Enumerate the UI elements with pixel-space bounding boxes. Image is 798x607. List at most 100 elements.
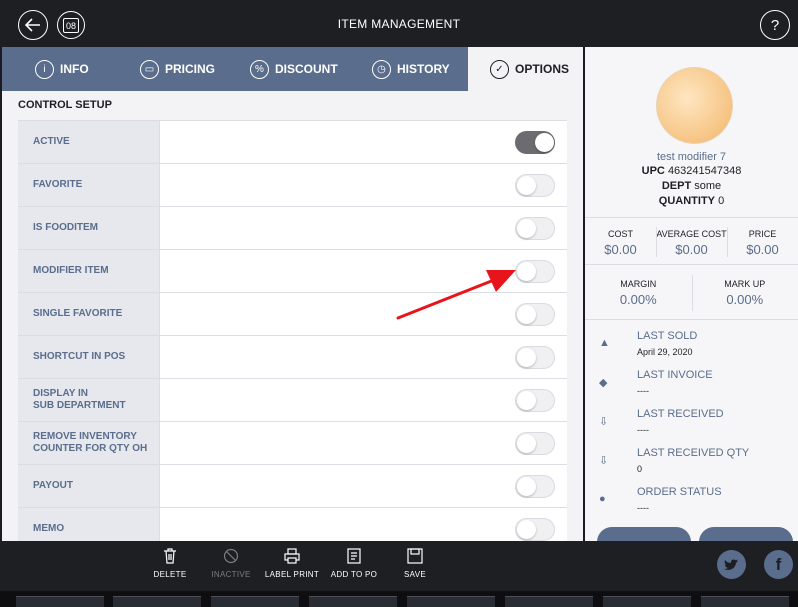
tab-history[interactable]: ◷ HISTORY bbox=[346, 47, 468, 91]
toggle-display-in-sub-department[interactable] bbox=[515, 389, 555, 412]
cost-cell: COST $0.00 bbox=[585, 218, 656, 264]
add-to-po-button[interactable]: ADD TO PO bbox=[328, 548, 380, 579]
partially-hidden-button[interactable] bbox=[597, 527, 691, 541]
timer-icon: ● bbox=[599, 493, 606, 505]
upc-label: UPC bbox=[641, 165, 665, 177]
setting-row-memo: MEMO bbox=[18, 508, 567, 541]
margin-value: 0.00% bbox=[619, 292, 657, 307]
twitter-button[interactable] bbox=[717, 550, 746, 579]
toggle-knob bbox=[517, 176, 536, 195]
stat-value: ---- bbox=[637, 503, 649, 513]
setting-row-active: ACTIVE bbox=[18, 121, 567, 164]
app-thumbnail[interactable] bbox=[16, 596, 104, 607]
price-label: PRICE bbox=[748, 229, 777, 239]
page-title: ITEM MANAGEMENT bbox=[337, 17, 461, 31]
setting-label: MEMO bbox=[18, 508, 160, 541]
item-summary-panel: test modifier 7 UPC 463241547348 DEPT so… bbox=[585, 47, 798, 541]
tab-label: HISTORY bbox=[397, 62, 450, 76]
label-print-label: LABEL PRINT bbox=[264, 570, 320, 579]
app-thumbnail[interactable] bbox=[407, 596, 495, 607]
setting-label: MODIFIER ITEM bbox=[18, 250, 160, 292]
upc-line: UPC 463241547348 bbox=[585, 165, 798, 177]
setting-row-payout: PAYOUT bbox=[18, 465, 567, 508]
partially-hidden-button[interactable] bbox=[699, 527, 793, 541]
setting-value-cell bbox=[160, 422, 567, 464]
dept-value: some bbox=[694, 180, 722, 192]
app-thumbnail[interactable] bbox=[505, 596, 593, 607]
save-label: SAVE bbox=[404, 570, 426, 579]
margin-cell: MARGIN 0.00% bbox=[585, 266, 692, 319]
tab-discount[interactable]: % DISCOUNT bbox=[226, 47, 346, 91]
stat-order-status: ● ORDER STATUS ---- bbox=[585, 479, 798, 518]
bag-icon: ▲ bbox=[599, 337, 610, 349]
printer-icon bbox=[284, 548, 300, 565]
save-button[interactable]: SAVE bbox=[398, 548, 432, 579]
stat-label: LAST SOLD bbox=[637, 330, 698, 342]
setting-label: SINGLE FAVORITE bbox=[18, 293, 160, 335]
setting-value-cell bbox=[160, 508, 567, 541]
help-button[interactable]: ? bbox=[760, 10, 790, 40]
setting-label: DISPLAY IN SUB DEPARTMENT bbox=[18, 379, 160, 421]
app-thumbnail[interactable] bbox=[603, 596, 691, 607]
app-thumbnail[interactable] bbox=[211, 596, 299, 607]
inactive-button[interactable]: INACTIVE bbox=[208, 548, 254, 579]
stat-last-received-qty: ⇩ LAST RECEIVED QTY 0 bbox=[585, 440, 798, 479]
toggle-shortcut-in-pos[interactable] bbox=[515, 346, 555, 369]
control-list: ACTIVE FAVORITE IS FOODITEM MODIFIER ITEM SI… bbox=[18, 120, 567, 541]
setting-label: FAVORITE bbox=[18, 164, 160, 206]
save-icon bbox=[407, 548, 423, 565]
delete-label: DELETE bbox=[153, 570, 187, 579]
check-circle-icon: ✓ bbox=[490, 59, 509, 79]
clock-icon: ◷ bbox=[372, 59, 391, 79]
setting-value-cell bbox=[160, 379, 567, 421]
stat-last-invoice: ◆ LAST INVOICE ---- bbox=[585, 362, 798, 401]
tab-pricing[interactable]: ▭ PRICING bbox=[114, 47, 226, 91]
tab-info[interactable]: i INFO bbox=[2, 47, 114, 91]
setting-label: IS FOODITEM bbox=[18, 207, 160, 249]
setting-value-cell bbox=[160, 207, 567, 249]
setting-row-display-in-sub-department: DISPLAY IN SUB DEPARTMENT bbox=[18, 379, 567, 422]
toggle-memo[interactable] bbox=[515, 518, 555, 541]
toggle-single-favorite[interactable] bbox=[515, 303, 555, 326]
item-image[interactable] bbox=[656, 67, 733, 144]
app-thumbnail[interactable] bbox=[309, 596, 397, 607]
twitter-icon bbox=[724, 559, 738, 570]
info-icon: i bbox=[35, 59, 54, 79]
toggle-is-fooditem[interactable] bbox=[515, 217, 555, 240]
facebook-button[interactable]: f bbox=[764, 550, 793, 579]
dept-line: DEPT some bbox=[585, 180, 798, 192]
tab-options[interactable]: ✓ OPTIONS bbox=[468, 47, 583, 91]
quantity-label: QUANTITY bbox=[658, 195, 716, 207]
inactive-label: INACTIVE bbox=[211, 570, 251, 579]
app-thumbnail[interactable] bbox=[701, 596, 789, 607]
setting-row-shortcut-in-pos: SHORTCUT IN POS bbox=[18, 336, 567, 379]
toggle-active[interactable] bbox=[515, 131, 555, 154]
dept-label: DEPT bbox=[661, 180, 692, 192]
quantity-value: 0 bbox=[718, 195, 725, 207]
stat-label: LAST INVOICE bbox=[637, 369, 713, 381]
item-name: test modifier 7 bbox=[656, 151, 727, 163]
cost-value: $0.00 bbox=[604, 242, 637, 257]
trash-icon bbox=[162, 548, 178, 565]
toggle-remove-inventory-counter-for-qty-oh[interactable] bbox=[515, 432, 555, 455]
toggle-knob bbox=[517, 477, 536, 496]
bottom-toolbar: DELETE INACTIVE LABEL PRINT ADD TO PO SA… bbox=[0, 541, 798, 591]
stat-label: LAST RECEIVED QTY bbox=[637, 447, 750, 459]
setting-label: ACTIVE bbox=[18, 121, 160, 163]
markup-label: MARK UP bbox=[724, 279, 766, 289]
delete-button[interactable]: DELETE bbox=[150, 548, 190, 579]
tab-bar: i INFO ▭ PRICING % DISCOUNT ◷ HISTORY ✓ … bbox=[2, 47, 583, 91]
stat-value: ---- bbox=[637, 386, 649, 396]
app-thumbnail[interactable] bbox=[113, 596, 201, 607]
label-print-button[interactable]: LABEL PRINT bbox=[264, 548, 320, 579]
upc-value: 463241547348 bbox=[667, 165, 742, 177]
stat-value: ---- bbox=[637, 425, 649, 435]
markup-cell: MARK UP 0.00% bbox=[691, 266, 798, 319]
toggle-payout[interactable] bbox=[515, 475, 555, 498]
toggle-favorite[interactable] bbox=[515, 174, 555, 197]
tab-label: PRICING bbox=[165, 62, 216, 76]
setting-value-cell bbox=[160, 164, 567, 206]
stat-last-sold: ▲ LAST SOLD April 29, 2020 bbox=[585, 323, 798, 362]
setting-row-remove-inventory-counter-for-qty-oh: REMOVE INVENTORY COUNTER FOR QTY OH bbox=[18, 422, 567, 465]
toggle-modifier-item[interactable] bbox=[515, 260, 555, 283]
